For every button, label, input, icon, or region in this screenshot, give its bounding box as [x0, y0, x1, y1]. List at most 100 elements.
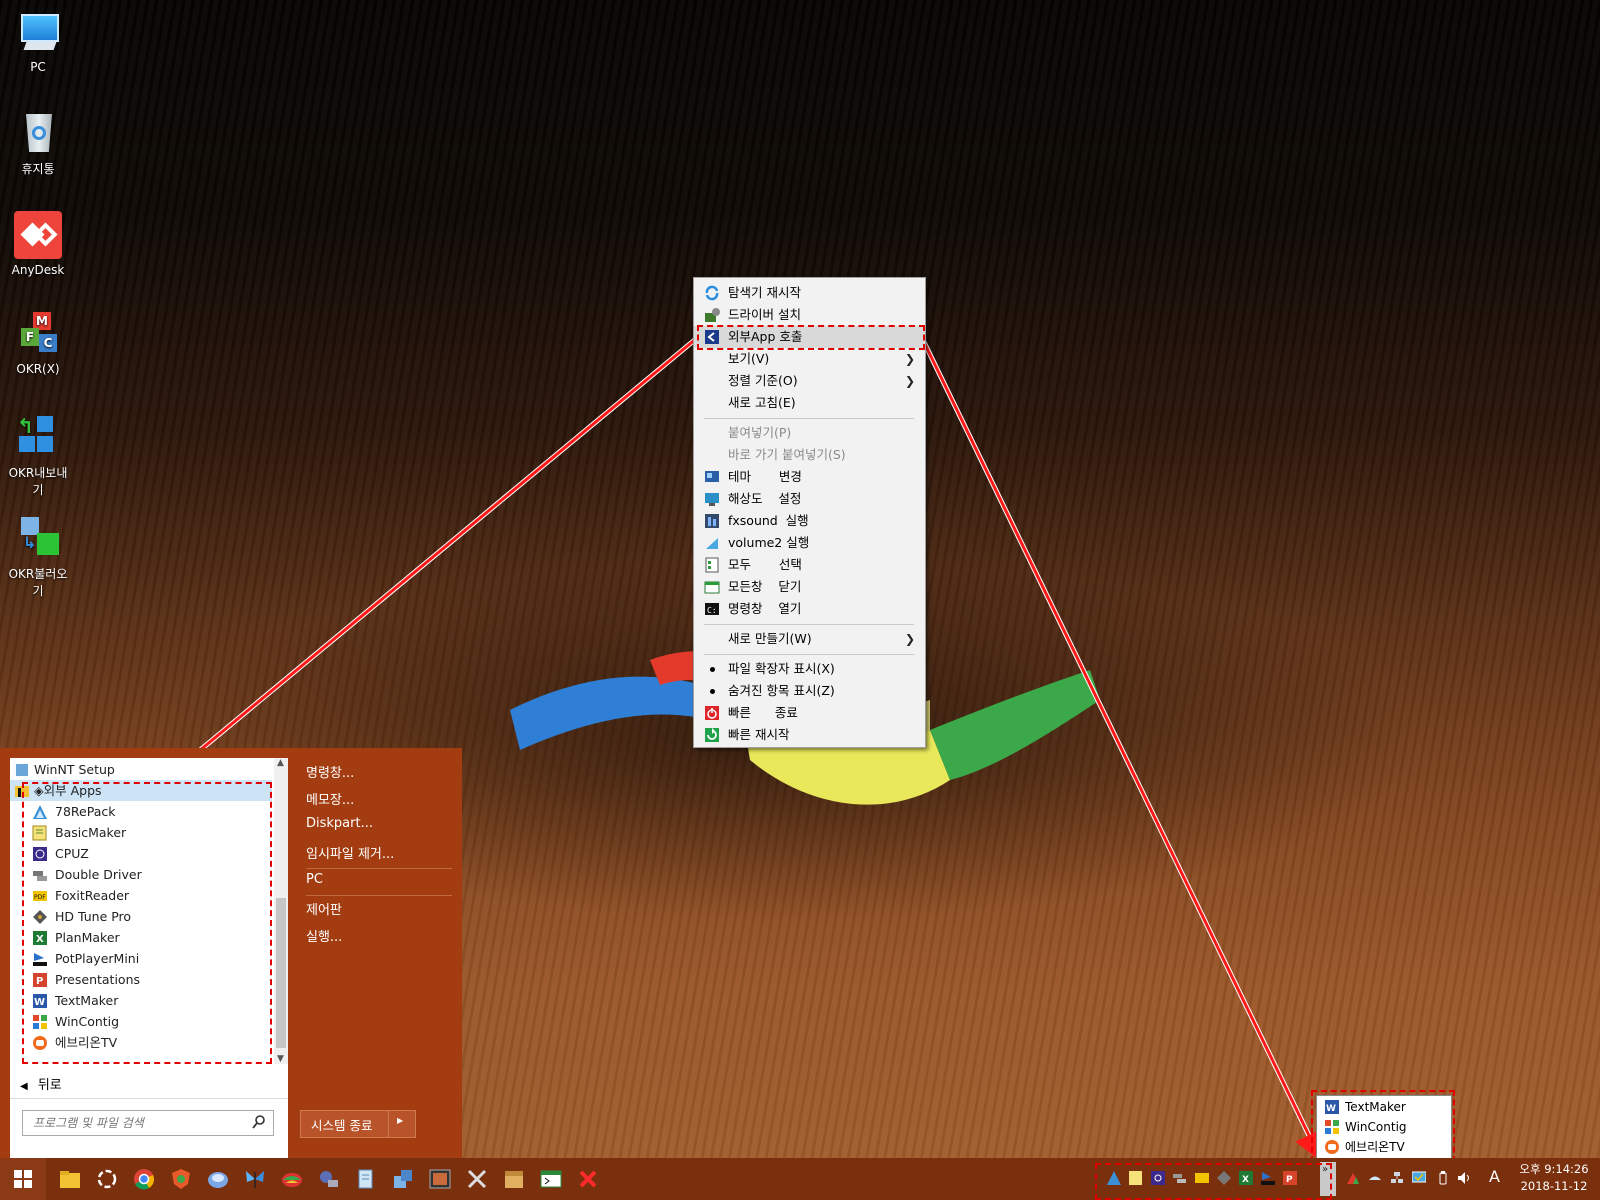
clock[interactable]: 오후 9:14:26 2018-11-12 [1512, 1161, 1596, 1195]
menu-item-paste-shortcut: 바로 가기 붙여넣기(S) [728, 447, 846, 462]
computer-icon [15, 10, 61, 56]
highlight-box-tray-popup [1311, 1090, 1455, 1162]
start-right-separator [306, 868, 452, 869]
speaker-icon[interactable] [1457, 1171, 1471, 1185]
menu-item-quick-restart[interactable]: 빠른 재시작 [694, 724, 925, 746]
taskbar-explorer-icon[interactable] [59, 1168, 81, 1190]
anydesk-icon [14, 211, 62, 259]
highlight-box-tray-icons [1095, 1163, 1332, 1200]
taskbar-shield-icon[interactable] [170, 1168, 192, 1190]
ime-indicator[interactable]: A [1489, 1167, 1500, 1186]
program-item-winnt-setup[interactable]: WinNT Setup [10, 759, 272, 780]
taskbar-butterfly-icon[interactable] [244, 1168, 266, 1190]
taskbar-tools-icon[interactable] [318, 1168, 340, 1190]
volume2-icon [704, 535, 720, 551]
taskbar-ball-icon[interactable] [281, 1168, 303, 1190]
scrollbar-thumb[interactable] [276, 898, 286, 1048]
radio-bullet-icon [710, 689, 715, 694]
restart-icon [704, 727, 720, 743]
menu-item-run-fxsound[interactable]: fxsound 실행 [694, 510, 925, 532]
triangle-left-icon: ◀ [20, 1081, 28, 1092]
menu-item-resolution-settings[interactable]: 해상도 설정 [694, 488, 925, 510]
start-left-bottom: ◀ 뒤로 [10, 1064, 288, 1158]
shutdown-button[interactable]: 시스템 종료 ▶ [300, 1110, 416, 1138]
taskbar-archive-icon[interactable] [503, 1168, 525, 1190]
scroll-down-icon[interactable]: ▼ [277, 1054, 284, 1064]
menu-item-new[interactable]: 새로 만들기(W) ❯ [694, 628, 925, 650]
desktop-icon-okr[interactable]: M F C OKR(X) [4, 312, 72, 376]
desktop-icon-recycle-bin[interactable]: 휴지통 [4, 110, 72, 177]
desktop-icon-anydesk[interactable]: AnyDesk [4, 211, 72, 277]
taskbar-clipboard-icon[interactable] [355, 1168, 377, 1190]
taskbar-terminal-icon[interactable] [540, 1168, 562, 1190]
menu-separator [704, 624, 914, 625]
menu-item-quick-shutdown[interactable]: 빠른 종료 [694, 702, 925, 724]
menu-item-refresh[interactable]: 새로 고침(E) [694, 392, 925, 414]
taskbar-installer-icon[interactable] [392, 1168, 414, 1190]
clock-time: 오후 9:14:26 [1519, 1162, 1589, 1176]
menu-separator [704, 418, 914, 419]
taskbar-chrome-icon[interactable] [133, 1168, 155, 1190]
refresh-icon [704, 285, 720, 301]
menu-item-sort-by[interactable]: 정렬 기준(O) ❯ [694, 370, 925, 392]
start-right-run[interactable]: 실행... [306, 926, 342, 945]
close-windows-icon [704, 579, 720, 595]
select-all-icon [704, 557, 720, 573]
menu-item-change-theme[interactable]: 테마 변경 [694, 466, 925, 488]
start-button[interactable] [0, 1158, 46, 1200]
taskbar-close-app-icon[interactable] [577, 1168, 599, 1190]
radio-bullet-icon [710, 667, 715, 672]
search-input[interactable] [22, 1110, 274, 1136]
taskbar-wrench-icon[interactable] [466, 1168, 488, 1190]
desktop-icon-pc[interactable]: PC [4, 10, 72, 74]
desktop-icon-label: PC [30, 60, 46, 74]
okr-export-icon: ↰ [15, 414, 61, 460]
desktop-icon-okr-import[interactable]: ↳ OKR불러오기 [4, 515, 72, 599]
network-icon[interactable] [1390, 1171, 1404, 1185]
chevron-right-icon: ❯ [904, 352, 915, 366]
program-list-scrollbar[interactable]: ▲ ▼ [274, 758, 288, 1064]
menu-item-close-all-windows[interactable]: 모든창 닫기 [694, 576, 925, 598]
menu-item-install-driver[interactable]: 드라이버 설치 [694, 304, 925, 326]
search-icon[interactable] [252, 1114, 266, 1134]
power-icon [704, 705, 720, 721]
theme-icon [704, 469, 720, 485]
start-menu: WinNT Setup ◈외부 Apps 78RePack BasicMaker… [0, 748, 462, 1158]
taskbar-browser-icon[interactable] [207, 1168, 229, 1190]
start-right-notepad[interactable]: 메모장... [306, 789, 354, 808]
usb-device-icon[interactable] [1436, 1171, 1450, 1185]
desktop-icon-label: OKR불러오기 [8, 567, 68, 598]
menu-item-show-file-extensions[interactable]: 파일 확장자 표시(X) [694, 658, 925, 680]
menu-item-open-cmd[interactable]: C: 명령창 열기 [694, 598, 925, 620]
svg-text:C:: C: [707, 606, 717, 615]
highlight-box-program-list [22, 782, 272, 1064]
desktop-icon-label: OKR내보내기 [8, 466, 68, 497]
okr-import-icon: ↳ [15, 515, 61, 561]
start-right-diskpart[interactable]: Diskpart... [306, 816, 373, 831]
scroll-up-icon[interactable]: ▲ [277, 758, 284, 768]
taskbar-capture-icon[interactable] [96, 1168, 118, 1190]
triangle-right-icon[interactable]: ▶ [397, 1116, 403, 1125]
menu-item-view[interactable]: 보기(V) ❯ [694, 348, 925, 370]
menu-item-select-all[interactable]: 모두 선택 [694, 554, 925, 576]
taskbar: » A 오후 9:14:26 2018-11-12 [0, 1158, 1600, 1200]
cmd-icon: C: [704, 601, 720, 617]
highlight-box-external-app [697, 325, 925, 350]
desktop-icon-label: 휴지통 [21, 162, 55, 176]
menu-item-restart-explorer[interactable]: 탐색기 재시작 [694, 282, 925, 304]
desktop-icon-label: AnyDesk [11, 263, 65, 277]
display-settings-icon[interactable] [1411, 1171, 1427, 1185]
start-right-pc[interactable]: PC [306, 872, 323, 887]
winnt-setup-icon [14, 762, 30, 778]
start-right-control-panel[interactable]: 제어판 [306, 899, 342, 918]
menu-item-show-hidden-items[interactable]: 숨겨진 항목 표시(Z) [694, 680, 925, 702]
tray-volume2-icon[interactable] [1346, 1171, 1360, 1185]
back-button[interactable]: ◀ 뒤로 [20, 1074, 62, 1093]
menu-item-run-volume2[interactable]: volume2 실행 [694, 532, 925, 554]
taskbar-image-icon[interactable] [429, 1168, 451, 1190]
desktop-icon-okr-export[interactable]: ↰ OKR내보내기 [4, 414, 72, 498]
tray-fxsound-icon[interactable] [1368, 1171, 1382, 1185]
start-right-cmd[interactable]: 명령창... [306, 762, 354, 781]
start-right-temp-cleanup[interactable]: 임시파일 제거... [306, 843, 394, 862]
chevron-right-icon: ❯ [904, 374, 915, 388]
